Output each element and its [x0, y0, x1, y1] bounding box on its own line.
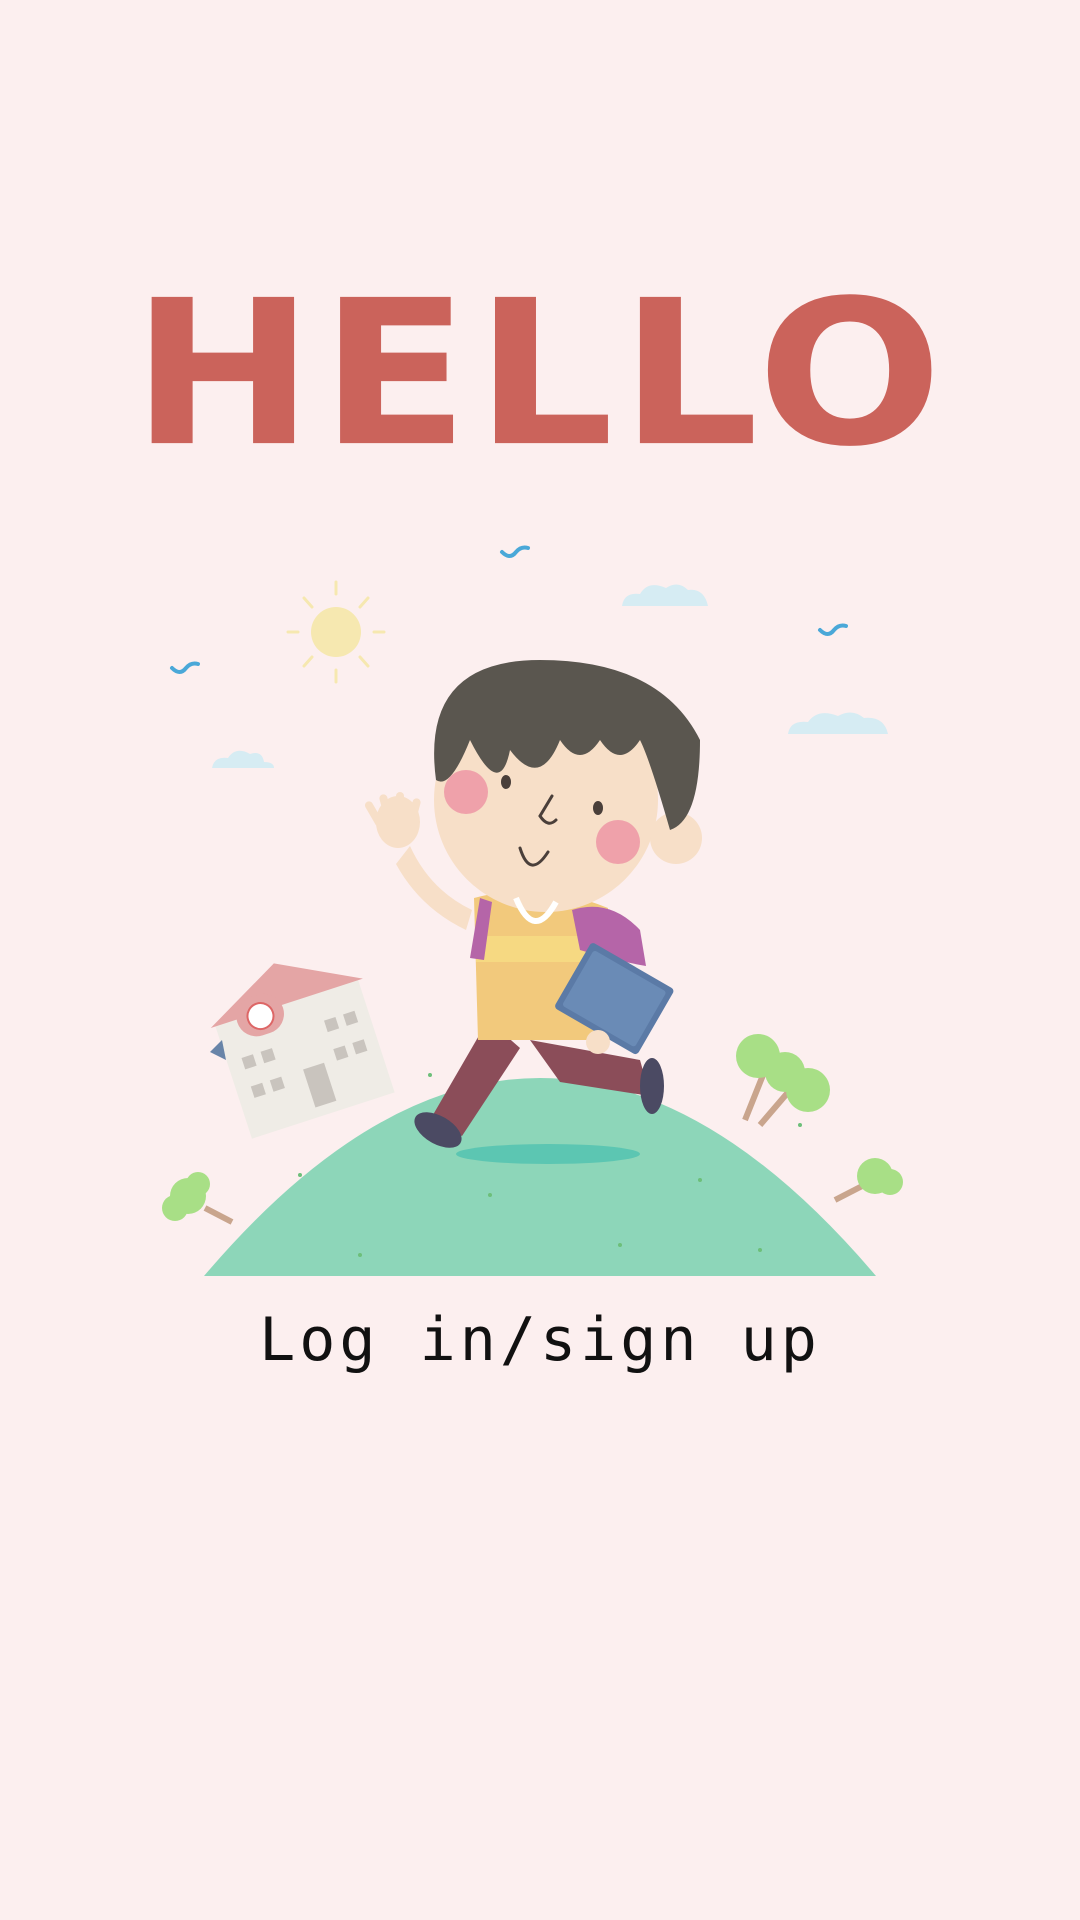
school-building-icon	[210, 963, 395, 1139]
login-signup-link[interactable]: Log in/sign up	[0, 1305, 1080, 1375]
bird-icon	[170, 545, 848, 674]
hello-title: HELLO	[131, 258, 949, 491]
sun-icon	[286, 580, 386, 684]
welcome-illustration	[162, 545, 903, 1276]
